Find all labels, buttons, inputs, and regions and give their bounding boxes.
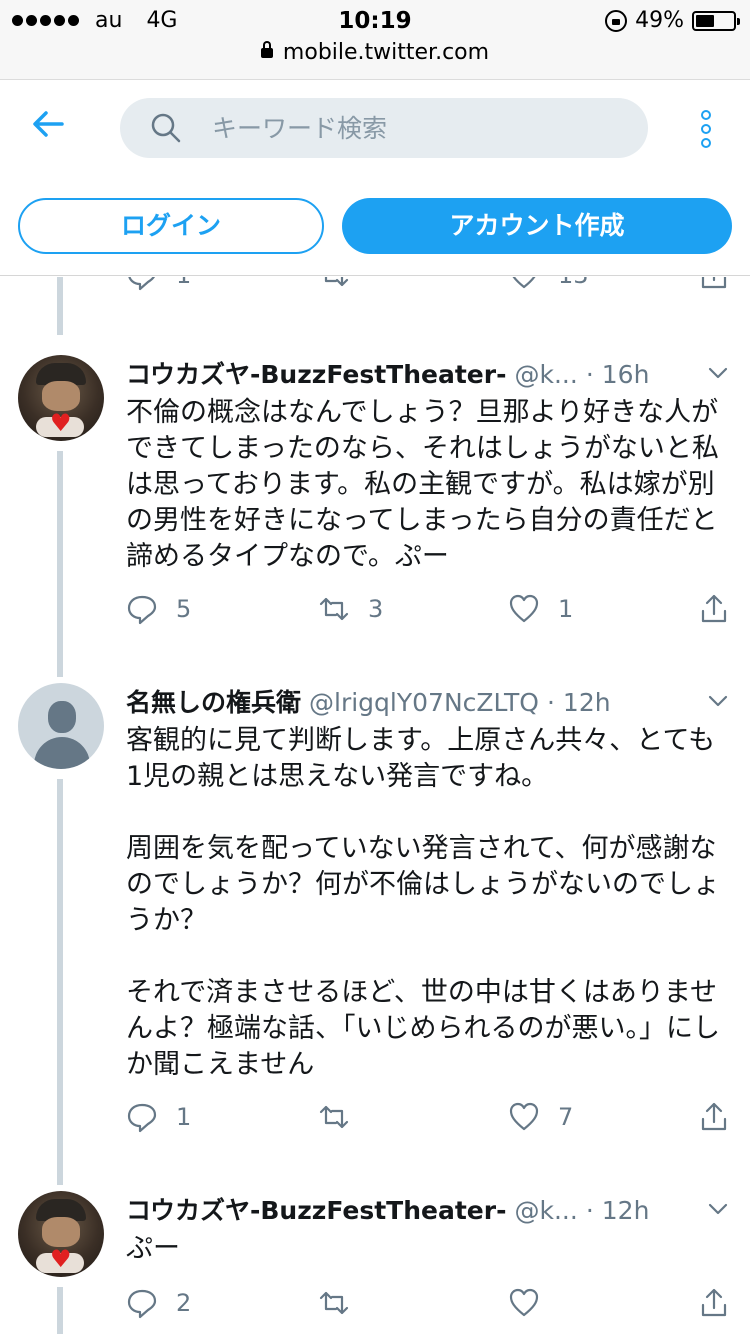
reply-count: 2 [176, 1289, 192, 1317]
search-icon [151, 113, 181, 143]
heart-icon [512, 277, 536, 289]
search-input[interactable] [212, 98, 632, 158]
search-header: ログイン アカウント作成 [0, 80, 750, 276]
tweet-actions: 1 7 [126, 1097, 736, 1137]
reply-count: 5 [176, 595, 192, 623]
battery-icon [692, 10, 740, 31]
separator-dot: · [546, 688, 555, 717]
separator-dot: · [585, 1196, 594, 1225]
retweet-icon [319, 597, 349, 621]
like-count: 13 [558, 277, 589, 289]
retweet-button[interactable]: 3 [318, 589, 383, 629]
share-icon [701, 1102, 727, 1131]
share-button[interactable] [698, 277, 730, 295]
retweet-button[interactable] [318, 1097, 368, 1137]
share-icon [701, 277, 727, 289]
chevron-down-icon[interactable] [706, 1197, 730, 1221]
status-bar: au 4G 10:19 49% mobile.twitter.com [0, 0, 750, 80]
tweet-actions: 5 3 1 [126, 589, 736, 629]
tweet-author-name[interactable]: コウカズヤ-BuzzFestTheater- [126, 360, 506, 389]
tweet-text: 不倫の概念はなんでしょう？旦那より好きな人ができてしまったのなら、それはしょうが… [126, 397, 719, 572]
like-count: 1 [558, 595, 574, 623]
address-bar[interactable]: mobile.twitter.com [0, 40, 750, 65]
share-button[interactable] [698, 1283, 730, 1323]
share-icon [701, 594, 727, 623]
dot-icon [701, 110, 711, 120]
heart-icon: ♥ [50, 1245, 72, 1273]
avatar[interactable] [18, 683, 104, 769]
like-button[interactable] [508, 1283, 558, 1323]
reply-icon [127, 1103, 157, 1133]
tweet-timestamp[interactable]: 12h [602, 1196, 650, 1225]
more-options-button[interactable] [694, 110, 718, 150]
tweet-actions: 2 [126, 1283, 736, 1323]
tweet-author-handle: @k... [514, 1196, 578, 1225]
battery-percent: 49% [635, 8, 684, 33]
reply-button[interactable]: 1 [126, 277, 191, 295]
rotation-lock-icon [605, 9, 628, 32]
thread-connector [57, 779, 63, 1185]
chevron-down-icon[interactable] [706, 361, 730, 385]
share-icon [701, 1288, 727, 1317]
heart-icon [509, 1288, 539, 1317]
tweet-author-handle: @lrigqlY07NcZLTQ [309, 688, 539, 717]
retweet-button[interactable] [318, 1283, 368, 1323]
timeline: 1 13 ♥ コウカズヤ-BuzzFestTheater-@k...·16h 不… [0, 277, 750, 1334]
tweet[interactable]: ♥ コウカズヤ-BuzzFestTheater- @k... · 16h 不倫の概念は… [0, 355, 750, 685]
reply-icon [128, 277, 156, 291]
reply-button[interactable]: 2 [126, 1283, 191, 1323]
chevron-down-icon[interactable] [706, 689, 730, 713]
tweet-text: 客観的に見て判断します。上原さん共々、とても1児の親とは思えない発言ですね。 周… [126, 725, 720, 1080]
reply-count: 1 [176, 277, 191, 289]
reply-button[interactable]: 1 [126, 1097, 191, 1137]
retweet-icon [324, 277, 349, 287]
thread-connector [57, 1287, 63, 1334]
retweet-icon [319, 1291, 349, 1315]
padlock-icon [260, 41, 273, 58]
retweet-icon [319, 1105, 349, 1129]
reply-count: 1 [176, 1103, 192, 1131]
like-button[interactable]: 1 [508, 589, 573, 629]
separator-dot: · [585, 360, 594, 389]
like-button[interactable]: 13 [508, 277, 589, 295]
partial-tweet-actions: 1 13 [0, 277, 750, 295]
tweet-timestamp[interactable]: 12h [563, 688, 611, 717]
heart-icon: ♥ [50, 409, 72, 437]
share-button[interactable] [698, 589, 730, 629]
avatar[interactable]: ♥ [18, 1191, 104, 1277]
reply-icon [127, 595, 157, 625]
back-button[interactable] [26, 102, 70, 146]
like-button[interactable]: 7 [508, 1097, 573, 1137]
tweet-timestamp[interactable]: 16h [602, 360, 650, 389]
thread-connector [57, 451, 63, 677]
arrow-left-icon [33, 111, 64, 137]
dot-icon [701, 138, 711, 148]
dot-icon [701, 124, 711, 134]
retweet-count: 3 [368, 595, 384, 623]
login-button[interactable]: ログイン [18, 198, 324, 254]
avatar[interactable]: ♥ [18, 355, 104, 441]
url-text: mobile.twitter.com [282, 40, 490, 65]
tweet-text: ぷー [126, 1233, 180, 1264]
reply-button[interactable]: 5 [126, 589, 191, 629]
retweet-button[interactable] [318, 277, 350, 295]
like-count: 7 [558, 1103, 574, 1131]
search-box[interactable] [120, 98, 648, 158]
heart-icon [509, 1102, 539, 1131]
tweet-author-name[interactable]: コウカズヤ-BuzzFestTheater- [126, 1196, 506, 1225]
heart-icon [509, 594, 539, 623]
tweet[interactable]: 名無しの権兵衛 @lrigqlY07NcZLTQ · 12h 客観的に見て判断します。… [0, 683, 750, 1083]
reply-icon [127, 1289, 157, 1319]
tweet-author-name[interactable]: 名無しの権兵衛 [126, 688, 301, 717]
share-button[interactable] [698, 1097, 730, 1137]
tweet-author-handle: @k... [514, 360, 578, 389]
signup-button[interactable]: アカウント作成 [342, 198, 732, 254]
